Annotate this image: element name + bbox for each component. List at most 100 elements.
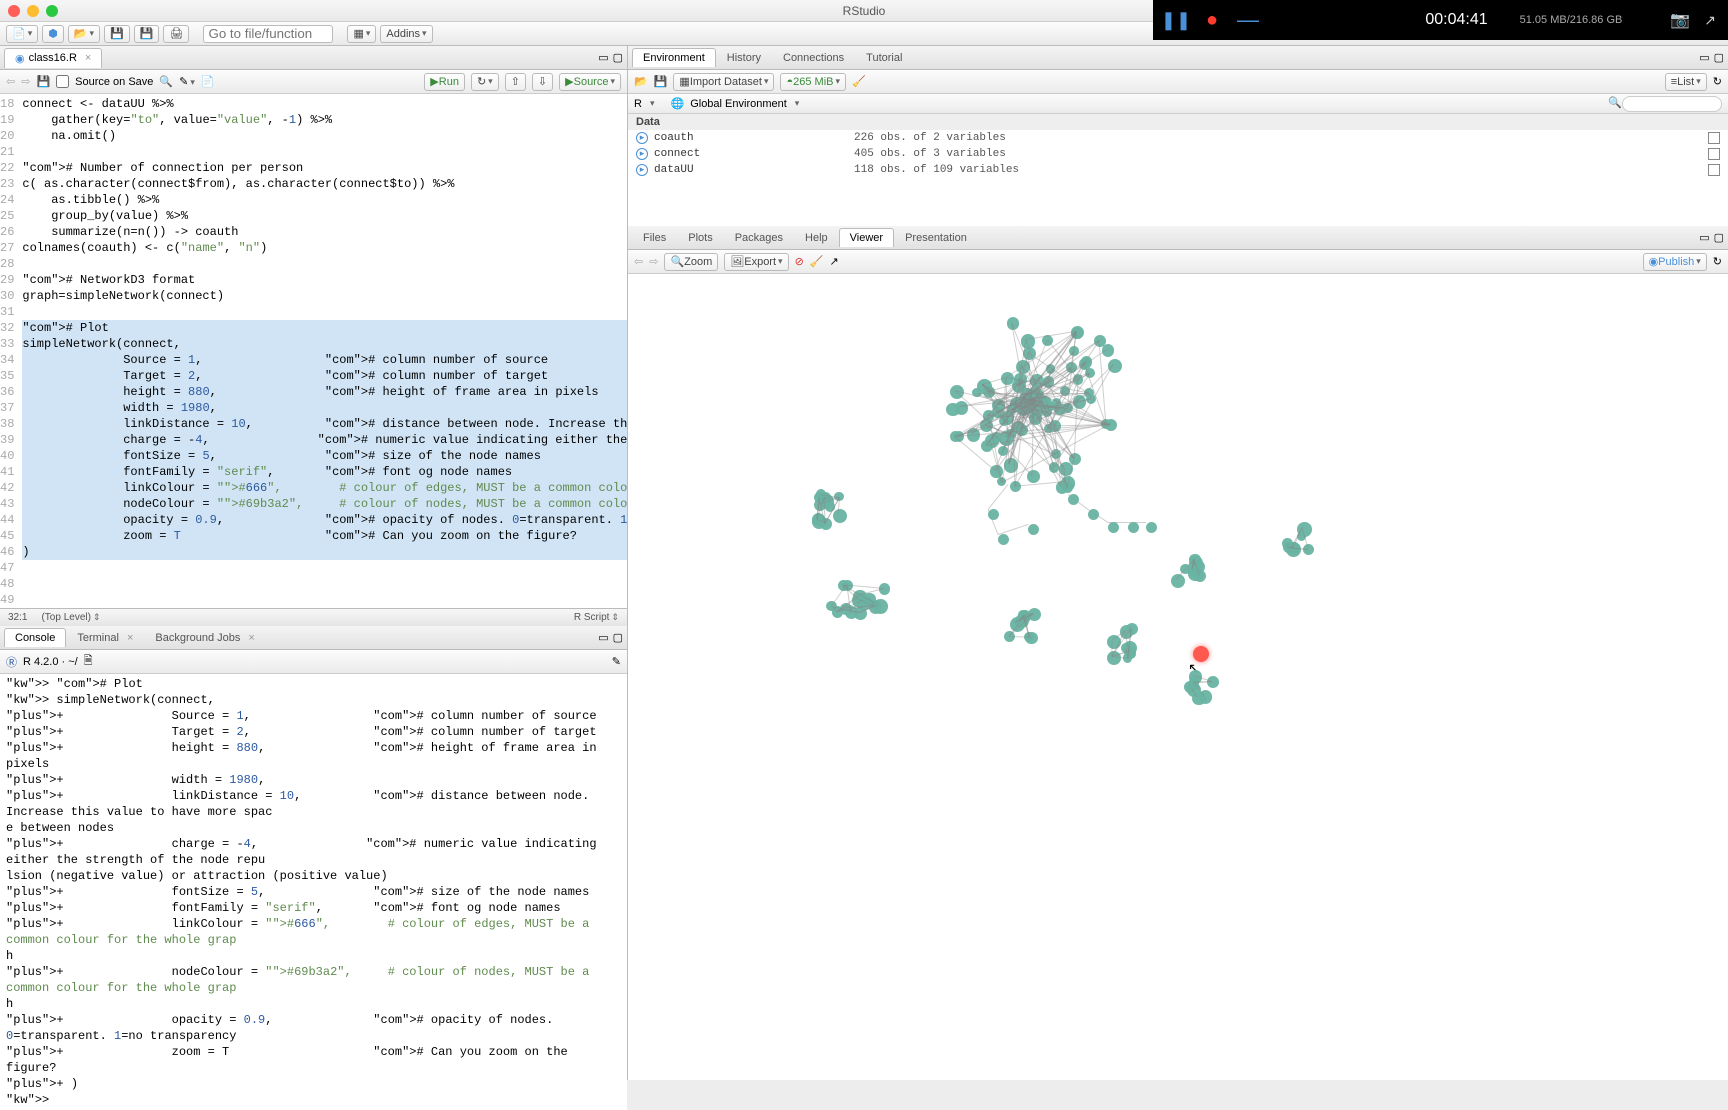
- remove-viewer-icon[interactable]: ⊘: [795, 255, 804, 268]
- grid-icon[interactable]: [1708, 164, 1720, 176]
- viewer-tab[interactable]: Viewer: [839, 228, 894, 247]
- env-row[interactable]: ▸dataUU118 obs. of 109 variables: [628, 162, 1728, 178]
- history-tab[interactable]: History: [716, 48, 772, 67]
- go-up-icon[interactable]: ⇧: [505, 73, 526, 91]
- console-toolbar: Ⓡ R 4.2.0 · ~/ 🗎 ✎: [0, 650, 627, 674]
- grid-icon[interactable]: [1708, 148, 1720, 160]
- find-icon[interactable]: 🔍: [159, 75, 173, 88]
- source-on-save-checkbox[interactable]: [56, 75, 69, 88]
- environment-tab[interactable]: Environment: [632, 48, 716, 67]
- new-project-button[interactable]: ⬢: [42, 25, 64, 43]
- goto-file-input[interactable]: [203, 25, 333, 43]
- help-tab[interactable]: Help: [794, 228, 839, 247]
- code-area[interactable]: connect <- dataUU %>% gather(key="to", v…: [22, 94, 627, 608]
- env-toolbar: 📂 💾 ▦ Import Dataset▾ ◓ 265 MiB▾ 🧹 ≡ Lis…: [628, 70, 1728, 94]
- code-editor[interactable]: 1819202122232425262728293031323334353637…: [0, 94, 627, 608]
- zoom-window[interactable]: [46, 5, 58, 17]
- save-source-icon[interactable]: 💾: [36, 75, 50, 88]
- r-file-icon: ◉: [15, 52, 25, 65]
- camera-icon[interactable]: 📷: [1670, 10, 1690, 30]
- env-scope-global[interactable]: Global Environment: [690, 98, 787, 110]
- path-popup-icon[interactable]: 🗎: [84, 652, 93, 671]
- app-title: RStudio: [843, 4, 886, 18]
- source-tab[interactable]: ◉ class16.R ×: [4, 48, 102, 68]
- network-viewer[interactable]: ↖: [628, 274, 1728, 1080]
- stop-record-icon[interactable]: ●: [1201, 9, 1223, 31]
- refresh-viewer-icon[interactable]: ↻: [1713, 255, 1722, 268]
- recording-time: 00:04:41: [1425, 11, 1487, 29]
- search-env-input[interactable]: [1622, 96, 1722, 112]
- minimize-window[interactable]: [27, 5, 39, 17]
- console-output[interactable]: "kw">> "com"># Plot"kw">> simpleNetwork(…: [0, 674, 627, 1110]
- save-all-button[interactable]: 💾: [134, 25, 160, 43]
- source-button[interactable]: ▶ Source▾: [559, 73, 621, 91]
- close-window[interactable]: [8, 5, 20, 17]
- min-env-icon[interactable]: ▭: [1699, 51, 1709, 64]
- max-viewer-icon[interactable]: ▢: [1714, 231, 1724, 244]
- globe-icon: 🌐: [670, 97, 684, 110]
- min-viewer-icon[interactable]: ▭: [1699, 231, 1709, 244]
- files-tab[interactable]: Files: [632, 228, 677, 247]
- bgjobs-tab[interactable]: Background Jobs×: [144, 628, 265, 647]
- print-button[interactable]: 🖨: [163, 25, 189, 43]
- new-file-button[interactable]: 📄▾: [6, 25, 38, 43]
- max-env-icon[interactable]: ▢: [1714, 51, 1724, 64]
- presentation-tab[interactable]: Presentation: [894, 228, 978, 247]
- grid-tool-button[interactable]: ▦▾: [347, 25, 376, 43]
- min-console-icon[interactable]: ▭: [598, 631, 608, 644]
- forward-icon[interactable]: ⇨: [21, 75, 30, 88]
- refresh-env-icon[interactable]: ↻: [1713, 75, 1722, 88]
- tutorial-tab[interactable]: Tutorial: [855, 48, 913, 67]
- pause-icon[interactable]: ❚❚: [1165, 9, 1187, 31]
- clear-console-icon[interactable]: ✎: [612, 655, 621, 668]
- back-icon[interactable]: ⇦: [6, 75, 15, 88]
- go-down-icon[interactable]: ⇩: [532, 73, 553, 91]
- clear-viewer-icon[interactable]: 🧹: [810, 255, 824, 268]
- lang-label[interactable]: R Script: [574, 612, 610, 623]
- open-file-button[interactable]: 📂▾: [68, 25, 100, 43]
- max-console-icon[interactable]: ▢: [613, 631, 623, 644]
- env-scope-r[interactable]: R: [634, 98, 642, 110]
- back-viewer-icon[interactable]: ⇦: [634, 255, 643, 268]
- r-logo-icon: Ⓡ: [6, 654, 17, 670]
- console-path[interactable]: R 4.2.0 · ~/: [23, 656, 78, 668]
- plots-tab[interactable]: Plots: [677, 228, 723, 247]
- addins-button[interactable]: Addins▾: [380, 25, 432, 43]
- load-icon[interactable]: 📂: [634, 75, 648, 88]
- connections-tab[interactable]: Connections: [772, 48, 855, 67]
- view-mode-button[interactable]: ≡ List▾: [1665, 73, 1707, 91]
- run-button[interactable]: ▶ Run: [424, 73, 465, 91]
- export-button[interactable]: 🖼 Export▾: [724, 253, 788, 271]
- source-tab-label: class16.R: [29, 52, 77, 64]
- grid-icon[interactable]: [1708, 132, 1720, 144]
- rerun-button[interactable]: ↻▾: [471, 73, 499, 91]
- packages-tab[interactable]: Packages: [724, 228, 794, 247]
- save-button[interactable]: 💾: [104, 25, 130, 43]
- wand-icon[interactable]: ✎▾: [179, 75, 195, 88]
- report-icon[interactable]: 📄: [201, 75, 215, 88]
- save-env-icon[interactable]: 💾: [654, 75, 668, 88]
- popup-viewer-icon[interactable]: ↗: [829, 255, 838, 268]
- source-toolbar: ⇦ ⇨ 💾 Source on Save 🔍 ✎▾ 📄 ▶ Run ↻▾ ⇧ ⇩…: [0, 70, 627, 94]
- viewer-toolbar: ⇦ ⇨ 🔍 Zoom 🖼 Export▾ ⊘ 🧹 ↗ ◉ Publish▾ ↻: [628, 250, 1728, 274]
- console-tab[interactable]: Console: [4, 628, 66, 647]
- import-dataset-button[interactable]: ▦ Import Dataset▾: [673, 73, 774, 91]
- env-row[interactable]: ▸connect405 obs. of 3 variables: [628, 146, 1728, 162]
- forward-viewer-icon[interactable]: ⇨: [649, 255, 658, 268]
- broom-icon[interactable]: 🧹: [852, 75, 866, 88]
- expand-icon[interactable]: ↗: [1704, 12, 1716, 29]
- env-tabbar: Environment History Connections Tutorial…: [628, 46, 1728, 70]
- close-tab-icon[interactable]: ×: [85, 52, 91, 64]
- terminal-tab[interactable]: Terminal×: [66, 628, 144, 647]
- env-row[interactable]: ▸coauth226 obs. of 2 variables: [628, 130, 1728, 146]
- minimize-pane-icon[interactable]: ▭: [598, 51, 608, 64]
- memory-button[interactable]: ◓ 265 MiB▾: [780, 73, 846, 91]
- recording-memory: 51.05 MB/216.86 GB: [1520, 14, 1623, 26]
- zoom-button[interactable]: 🔍 Zoom: [664, 253, 718, 271]
- cursor-position: 32:1: [8, 612, 27, 623]
- search-env-icon[interactable]: 🔍: [1608, 97, 1622, 109]
- publish-button[interactable]: ◉ Publish▾: [1643, 253, 1707, 271]
- maximize-pane-icon[interactable]: ▢: [613, 51, 623, 64]
- scope-label[interactable]: (Top Level): [41, 612, 90, 623]
- minimize-recorder-icon[interactable]: —: [1237, 9, 1259, 31]
